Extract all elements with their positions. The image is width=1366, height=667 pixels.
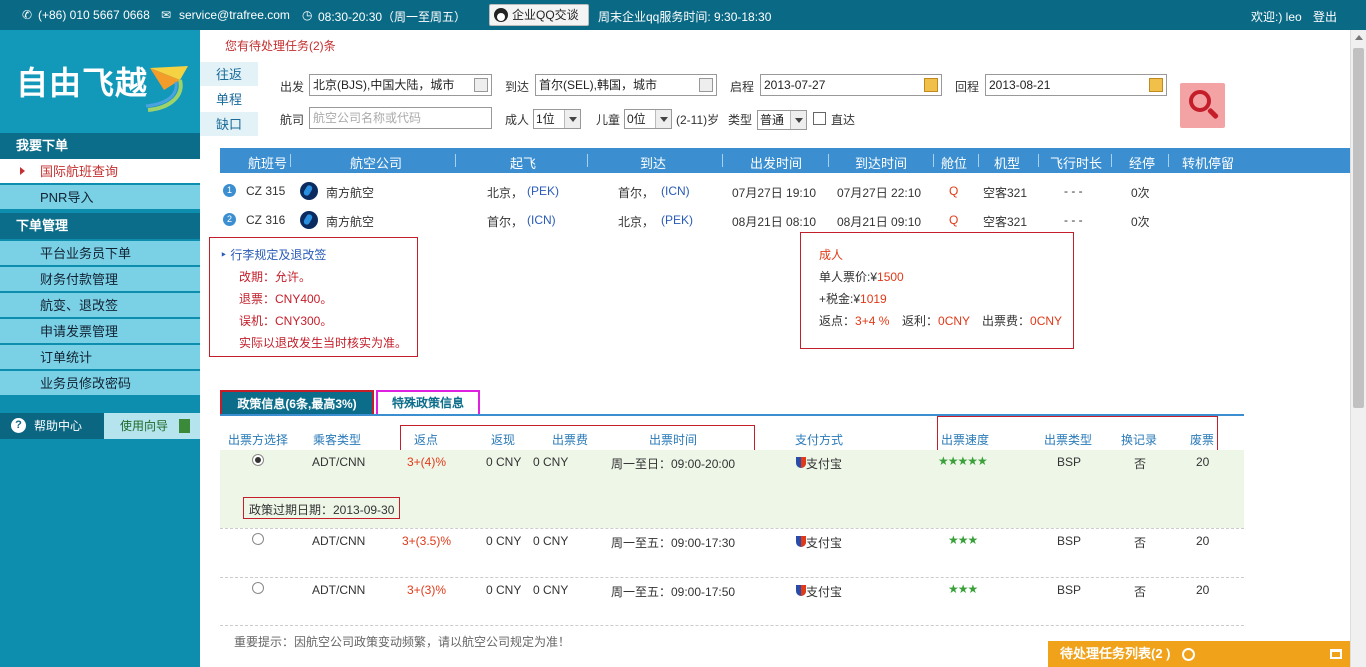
help-bar: ? 帮助中心 使用向导 <box>0 413 200 439</box>
top-bar: ✆ (+86) 010 5667 0668 ✉ service@trafree.… <box>0 0 1366 30</box>
pending-tasks-link[interactable]: 您有待处理任务(2)条 <box>225 37 336 54</box>
sidebar-item-change-password[interactable]: 业务员修改密码 <box>0 371 200 396</box>
tab-round-trip[interactable]: 往返 <box>200 62 258 87</box>
chevron-down-icon <box>790 111 806 129</box>
trip-type-tabs: 往返 单程 缺口 <box>200 62 258 137</box>
logout-link[interactable]: 登出 <box>1313 8 1337 25</box>
sidebar-item-finance-payment[interactable]: 财务付款管理 <box>0 267 200 292</box>
user-guide-button[interactable]: 使用向导 <box>104 413 200 439</box>
calendar-icon[interactable] <box>474 78 488 92</box>
sidebar-item-pnr-import[interactable]: PNR导入 <box>0 185 200 210</box>
child-select[interactable]: 0位 <box>624 109 672 129</box>
to-input[interactable]: 首尔(SEL),韩国，城市 <box>535 74 717 96</box>
question-icon: ? <box>11 418 26 433</box>
book-icon <box>179 419 190 433</box>
clock-icon <box>1182 648 1195 661</box>
type-select[interactable]: 普通 <box>757 110 807 130</box>
search-button[interactable] <box>1180 83 1225 128</box>
airline-label: 航司 <box>280 113 305 127</box>
calendar-icon[interactable] <box>1149 78 1163 92</box>
flight-table-header: 航班号 航空公司 起飞 到达 出发时间 到达时间 舱位 机型 飞行时长 经停 转… <box>220 148 1350 173</box>
policy-radio[interactable] <box>252 582 264 594</box>
depart-date-input[interactable]: 2013-07-27 <box>760 74 942 96</box>
policy-radio[interactable] <box>252 533 264 545</box>
calendar-icon[interactable] <box>699 78 713 92</box>
sidebar-item-flight-change[interactable]: 航变、退改签 <box>0 293 200 318</box>
tab-one-way[interactable]: 单程 <box>200 87 258 112</box>
tab-policy-info[interactable]: 政策信息(6条,最高3%) <box>220 390 374 416</box>
alipay-icon <box>796 536 806 547</box>
section-order-management: 下单管理 <box>0 213 200 239</box>
adult-label: 成人 <box>505 113 530 127</box>
speed-stars: ★★★★★ <box>938 454 988 468</box>
qq-chat-button[interactable]: 企业QQ交谈 <box>489 4 589 26</box>
policy-row[interactable]: ADT/CNN 3+(3.5)% 0 CNY 0 CNY 周一至五：09:00-… <box>220 530 1244 576</box>
airline-name: 南方航空 <box>326 215 375 229</box>
china-southern-logo-icon <box>300 182 318 200</box>
page-scrollbar[interactable] <box>1350 30 1366 667</box>
tab-open-jaw[interactable]: 缺口 <box>200 112 258 137</box>
sidebar-item-invoice[interactable]: 申请发票管理 <box>0 319 200 344</box>
phone-number: (+86) 010 5667 0668 <box>38 8 150 22</box>
service-hours: 08:30-20:30（周一至周五） <box>318 10 467 24</box>
direct-label: 直达 <box>831 113 856 127</box>
passenger-type: 成人 <box>819 248 844 262</box>
calendar-icon[interactable] <box>924 78 938 92</box>
policy-row[interactable]: ADT/CNN 3+(3)% 0 CNY 0 CNY 周一至五：09:00-17… <box>220 579 1244 625</box>
china-southern-logo-icon <box>300 211 318 229</box>
minimize-icon[interactable] <box>1330 649 1342 659</box>
child-label: 儿童 <box>596 113 621 127</box>
depart-label: 启程 <box>730 80 755 94</box>
row-number: 1 <box>223 184 236 197</box>
section-order: 我要下单 <box>0 133 200 159</box>
sidebar: 自由飞越 我要下单 国际航班查询 PNR导入 下单管理 平台业务员下单 财务付款… <box>0 30 200 667</box>
adult-select[interactable]: 1位 <box>533 109 581 129</box>
sidebar-item-intl-flight-search[interactable]: 国际航班查询 <box>0 159 200 184</box>
row-number: 2 <box>223 213 236 226</box>
rules-title-link[interactable]: ‣ 行李规定及退改签 <box>220 246 326 263</box>
kite-logo-icon <box>145 66 188 112</box>
type-label: 类型 <box>728 113 753 127</box>
to-label: 到达 <box>505 80 530 94</box>
qq-penguin-icon <box>494 8 508 22</box>
arrow-right-icon <box>20 167 25 175</box>
return-date-input[interactable]: 2013-08-21 <box>985 74 1167 96</box>
direct-checkbox[interactable] <box>813 112 826 125</box>
scroll-up-icon[interactable] <box>1355 35 1363 40</box>
tab-special-policy[interactable]: 特殊政策信息 <box>376 390 480 416</box>
logo: 自由飞越 <box>0 30 200 133</box>
sidebar-item-order-stats[interactable]: 订单统计 <box>0 345 200 370</box>
important-notice: 重要提示：因航空公司政策变动频繁，请以航空公司规定为准！ <box>234 635 571 649</box>
flight-number: CZ 315 <box>246 184 286 198</box>
child-age-note: (2-11)岁 <box>676 113 720 127</box>
email-link[interactable]: service@trafree.com <box>179 8 290 22</box>
help-center-button[interactable]: ? 帮助中心 <box>0 413 110 439</box>
weekend-hours: 周末企业qq服务时间: 9:30-18:30 <box>598 10 772 24</box>
welcome-text: 欢迎:) leo <box>1251 10 1302 24</box>
chevron-down-icon <box>655 110 671 128</box>
flight-number: CZ 316 <box>246 213 286 227</box>
from-label: 出发 <box>280 80 305 94</box>
airline-name: 南方航空 <box>326 186 375 200</box>
scroll-thumb[interactable] <box>1353 48 1364 408</box>
phone-icon: ✆ <box>22 8 33 22</box>
chevron-down-icon <box>564 110 580 128</box>
pending-task-list-bar[interactable]: 待处理任务列表(2 ) <box>1048 641 1350 667</box>
speed-stars: ★★★ <box>948 533 978 547</box>
policy-radio[interactable] <box>252 454 264 466</box>
alipay-icon <box>796 457 806 468</box>
speed-stars: ★★★ <box>948 582 978 596</box>
from-input[interactable]: 北京(BJS),中国大陆，城市 <box>309 74 492 96</box>
email-icon: ✉ <box>161 8 172 22</box>
return-label: 回程 <box>955 80 980 94</box>
airline-input[interactable]: 航空公司名称或代码 <box>309 107 492 129</box>
alipay-icon <box>796 585 806 596</box>
sidebar-item-agent-order[interactable]: 平台业务员下单 <box>0 241 200 266</box>
clock-icon: ◷ <box>302 8 313 22</box>
